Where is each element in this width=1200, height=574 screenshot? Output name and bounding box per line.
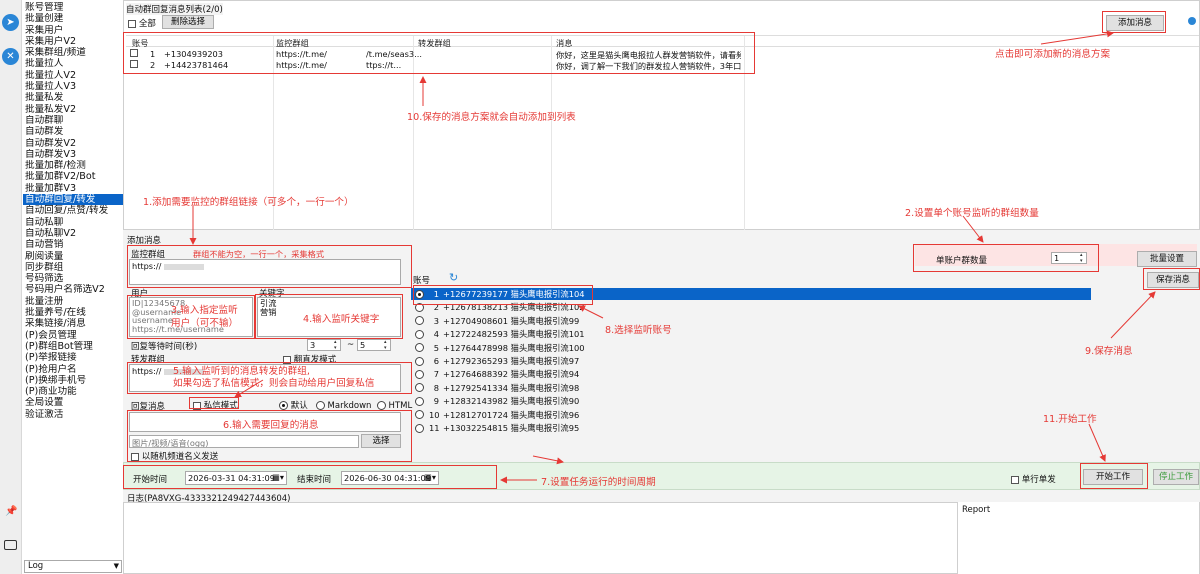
sidebar-item[interactable]: 采集群组/频道 (23, 47, 123, 58)
sidebar-item[interactable]: 自动群发 (23, 126, 123, 137)
sidebar-item[interactable]: 批量加群/检测 (23, 160, 123, 171)
annotation-arrows (189, 30, 1156, 484)
sidebar-item[interactable]: 批量养号/在线 (23, 307, 123, 318)
sidebar-item[interactable]: 自动群聊 (23, 115, 123, 126)
sidebar-item[interactable]: 全局设置 (23, 397, 123, 408)
main-panel: 自动群回复消息列表(2/0) 全部 删除选择 添加消息 账号 监控群组 转发群组… (123, 0, 1200, 574)
chevron-down-icon: ▼ (113, 562, 119, 570)
sidebar-item[interactable]: 采集用户 (23, 25, 123, 36)
sidebar-item[interactable]: 自动私聊V2 (23, 228, 123, 239)
sidebar-item[interactable]: 批量拉人V3 (23, 81, 123, 92)
sidebar-item[interactable]: 号码筛选 (23, 273, 123, 284)
sidebar-item[interactable]: 自动群回复/转发 (23, 194, 123, 206)
arrow-add (1040, 30, 1114, 45)
arrow-private (234, 379, 264, 398)
arrow-start (1088, 423, 1106, 462)
arrow-save (1110, 291, 1156, 339)
sidebar-item[interactable]: 账号管理 (23, 2, 123, 13)
sidebar-item[interactable]: 刷阅读量 (23, 251, 123, 262)
arrow-per-account (962, 215, 984, 243)
log-select[interactable]: Log ▼ (24, 560, 122, 573)
sidebar-item[interactable]: (P)抢用户名 (23, 364, 123, 375)
screen-icon[interactable] (4, 540, 17, 550)
icon-rail: ➤ ✕ 📌 (0, 0, 22, 574)
sidebar-item[interactable]: 自动群发V3 (23, 149, 123, 160)
sidebar-item[interactable]: 采集用户V2 (23, 36, 123, 47)
sidebar-item[interactable]: (P)会员管理 (23, 330, 123, 341)
sidebar-item[interactable]: 采集链接/消息 (23, 318, 123, 329)
pin-icon[interactable]: 📌 (5, 506, 17, 517)
sidebar-item[interactable]: 批量加群V3 (23, 183, 123, 194)
telegram-icon[interactable]: ➤ (2, 14, 19, 31)
sidebar-item[interactable]: 自动营销 (23, 239, 123, 250)
sidebar-item[interactable]: (P)商业功能 (23, 386, 123, 397)
sidebar-item[interactable]: 批量加群V2/Bot (23, 171, 123, 182)
sidebar-item[interactable]: 验证激活 (23, 409, 123, 420)
sidebar-item[interactable]: (P)换绑手机号 (23, 375, 123, 386)
sidebar-item[interactable]: 批量创建 (23, 13, 123, 24)
sidebar-item[interactable]: 自动回复/点赞/转发 (23, 205, 123, 216)
sidebar-item[interactable]: 同步群组 (23, 262, 123, 273)
sidebar-item[interactable]: 批量私发V2 (23, 104, 123, 115)
sidebar-item[interactable]: 自动私聊 (23, 217, 123, 228)
sidebar-item[interactable]: 批量注册 (23, 296, 123, 307)
log-select-value: Log (28, 561, 44, 571)
sidebar-item[interactable]: 自动群发V2 (23, 138, 123, 149)
tools-icon[interactable]: ✕ (2, 48, 19, 65)
arrow-accounts (578, 305, 604, 319)
sidebar-menu: 账号管理 批量创建 采集用户 采集用户V2 采集群组/频道 批量拉人 批量拉人V2 批量拉人V… (23, 2, 123, 420)
arrow-reply-link (532, 455, 564, 465)
sidebar-item[interactable]: 批量拉人 (23, 58, 123, 69)
sidebar-item[interactable]: 号码用户名筛选V2 (23, 284, 123, 295)
sidebar-item[interactable]: (P)群组Bot管理 (23, 341, 123, 352)
sidebar-item[interactable]: (P)举报链接 (23, 352, 123, 363)
sidebar-item[interactable]: 批量拉人V2 (23, 70, 123, 81)
sidebar-item[interactable]: 批量私发 (23, 92, 123, 103)
